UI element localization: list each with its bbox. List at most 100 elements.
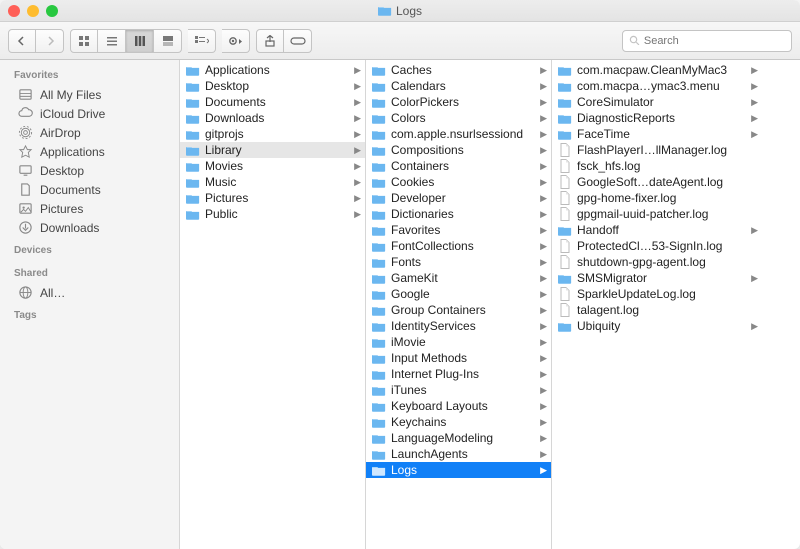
list-item[interactable]: Cookies▶ [366,174,551,190]
zoom-window-button[interactable] [46,5,58,17]
sidebar-item-label: All My Files [40,88,101,102]
sidebar-item-label: Applications [40,145,105,159]
list-item[interactable]: GameKit▶ [366,270,551,286]
list-item[interactable]: gitprojs▶ [180,126,365,142]
list-item[interactable]: iMovie▶ [366,334,551,350]
list-item[interactable]: Downloads▶ [180,110,365,126]
list-item[interactable]: Handoff▶ [552,222,762,238]
sidebar-item[interactable]: Downloads [0,218,179,237]
item-label: SparkleUpdateLog.log [577,287,696,301]
file-icon [558,159,572,173]
list-item[interactable]: ColorPickers▶ [366,94,551,110]
list-item[interactable]: SparkleUpdateLog.log [552,286,762,302]
list-item[interactable]: Developer▶ [366,190,551,206]
list-item[interactable]: Pictures▶ [180,190,365,206]
minimize-window-button[interactable] [27,5,39,17]
list-item[interactable]: SMSMigrator▶ [552,270,762,286]
sidebar-item[interactable]: iCloud Drive [0,104,179,123]
list-item[interactable]: Library▶ [180,142,365,158]
list-item[interactable]: Caches▶ [366,62,551,78]
search-input[interactable] [644,35,785,47]
list-item[interactable]: IdentityServices▶ [366,318,551,334]
list-item[interactable]: Dictionaries▶ [366,206,551,222]
titlebar[interactable]: Logs [0,0,800,22]
list-item[interactable]: FontCollections▶ [366,238,551,254]
list-view-button[interactable] [98,29,126,53]
sidebar-item[interactable]: All… [0,283,179,302]
sidebar-item[interactable]: Desktop [0,161,179,180]
sidebar-item[interactable]: All My Files [0,85,179,104]
forward-button[interactable] [36,29,64,53]
sidebar-item[interactable]: Pictures [0,199,179,218]
icon-view-button[interactable] [70,29,98,53]
list-item[interactable]: Google▶ [366,286,551,302]
list-item[interactable]: GoogleSoft…dateAgent.log [552,174,762,190]
list-item[interactable]: LaunchAgents▶ [366,446,551,462]
list-item[interactable]: FlashPlayerI…llManager.log [552,142,762,158]
list-item[interactable]: CoreSimulator▶ [552,94,762,110]
list-item[interactable]: Documents▶ [180,94,365,110]
list-item[interactable]: gpgmail-uuid-patcher.log [552,206,762,222]
file-icon [558,303,572,317]
list-item[interactable]: Favorites▶ [366,222,551,238]
list-item[interactable]: Ubiquity▶ [552,318,762,334]
chevron-right-icon: ▶ [540,145,547,156]
share-button[interactable] [256,29,284,53]
chevron-right-icon: ▶ [540,305,547,316]
list-item[interactable]: Keyboard Layouts▶ [366,398,551,414]
chevron-right-icon: ▶ [540,449,547,460]
chevron-right-icon: ▶ [354,177,361,188]
list-item[interactable]: ProtectedCl…53-SignIn.log [552,238,762,254]
list-item[interactable]: shutdown-gpg-agent.log [552,254,762,270]
list-item[interactable]: Fonts▶ [366,254,551,270]
arrange-button[interactable] [188,29,216,53]
documents-icon [18,182,33,197]
chevron-right-icon: ▶ [751,81,758,92]
list-item[interactable]: Music▶ [180,174,365,190]
list-item[interactable]: Input Methods▶ [366,350,551,366]
back-button[interactable] [8,29,36,53]
list-item[interactable]: DiagnosticReports▶ [552,110,762,126]
chevron-right-icon: ▶ [540,321,547,332]
list-item[interactable]: gpg-home-fixer.log [552,190,762,206]
list-item[interactable]: Compositions▶ [366,142,551,158]
file-icon [558,143,572,157]
sidebar-item[interactable]: AirDrop [0,123,179,142]
toolbar [0,22,800,60]
list-item[interactable]: Calendars▶ [366,78,551,94]
list-item[interactable]: com.macpa…ymac3.menu▶ [552,78,762,94]
list-item[interactable]: Keychains▶ [366,414,551,430]
list-item[interactable]: FaceTime▶ [552,126,762,142]
list-item[interactable]: Movies▶ [180,158,365,174]
list-item[interactable]: fsck_hfs.log [552,158,762,174]
coverflow-view-button[interactable] [154,29,182,53]
list-item[interactable]: Containers▶ [366,158,551,174]
list-item[interactable]: com.apple.nsurlsessiond▶ [366,126,551,142]
list-item[interactable]: LanguageModeling▶ [366,430,551,446]
column: Caches▶Calendars▶ColorPickers▶Colors▶com… [366,60,552,549]
list-item[interactable]: talagent.log [552,302,762,318]
column-view-button[interactable] [126,29,154,53]
list-item[interactable]: com.macpaw.CleanMyMac3▶ [552,62,762,78]
list-item[interactable]: Colors▶ [366,110,551,126]
sidebar-item[interactable]: Applications [0,142,179,161]
item-label: Logs [391,463,417,477]
close-window-button[interactable] [8,5,20,17]
tags-button[interactable] [284,29,312,53]
list-item[interactable]: Group Containers▶ [366,302,551,318]
action-button[interactable] [222,29,250,53]
list-item[interactable]: Applications▶ [180,62,365,78]
list-item[interactable]: Logs▶ [366,462,551,478]
search-field[interactable] [622,30,792,52]
folder-icon [372,81,386,92]
list-item[interactable]: Public▶ [180,206,365,222]
folder-icon [558,129,572,140]
sidebar-item[interactable]: Documents [0,180,179,199]
applications-icon [18,144,33,159]
list-item[interactable]: Internet Plug-Ins▶ [366,366,551,382]
chevron-right-icon: ▶ [751,225,758,236]
folder-icon [372,273,386,284]
item-label: Library [205,143,242,157]
list-item[interactable]: iTunes▶ [366,382,551,398]
list-item[interactable]: Desktop▶ [180,78,365,94]
